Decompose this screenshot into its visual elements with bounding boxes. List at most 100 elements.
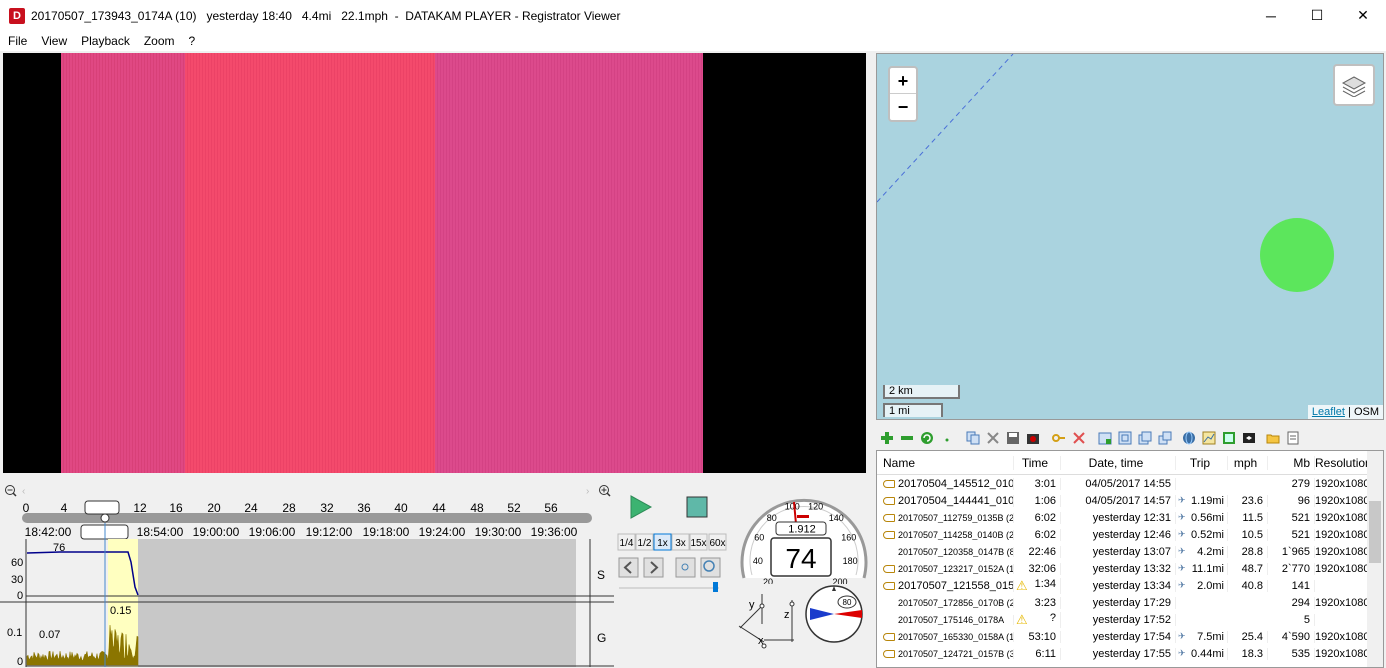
map-view[interactable]: + − 2 km 1 mi Leaflet | OSM [876,53,1384,420]
col-trip[interactable]: Trip [1176,455,1228,470]
menu-playback[interactable]: Playback [74,34,137,48]
leaflet-link[interactable]: Leaflet [1312,406,1345,418]
folder-open-icon[interactable] [1264,430,1282,446]
key-icon [883,581,895,590]
col-resolution[interactable]: Resolution [1315,456,1372,470]
file-date: yesterday 13:07 [1061,545,1176,558]
menu-view[interactable]: View [34,34,74,48]
file-list[interactable]: Name Time Date, time Trip mph Mb Resolut… [876,450,1384,668]
new-window-icon[interactable] [1096,430,1114,446]
zoom-in-icon[interactable] [599,485,611,497]
file-mb: 294 [1268,596,1315,609]
rate-button-4[interactable]: 15x [689,533,708,551]
file-name: 20170507_120358_0147B (8) [898,546,1014,557]
dial-label: 40 [753,556,763,566]
add-icon[interactable] [878,430,896,446]
document-icon[interactable] [1284,430,1302,446]
dial-label: 100 [785,502,800,512]
windows-icon[interactable] [1136,430,1154,446]
file-time-cell: 6:02 [1014,528,1061,541]
file-row[interactable]: 20170507_120358_0147B (8) 22:46 yesterday … [877,543,1383,560]
volume-handle[interactable] [713,582,718,592]
file-row[interactable]: 20170507_172856_0170B (2) 3:23 yesterday 1… [877,594,1383,611]
col-time[interactable]: Time [1014,455,1061,470]
filmstrip-icon[interactable] [1240,430,1258,446]
file-row[interactable]: 20170504_144441_0102B 1:06 04/05/2017 14:5… [877,492,1383,509]
clock-tick-label: 19:06:00 [249,525,296,539]
cascade-icon[interactable] [1156,430,1174,446]
position-marker[interactable] [1260,218,1334,292]
dot-icon[interactable] [938,430,956,446]
satellite-icon: ✈ [1178,494,1186,505]
maximize-button[interactable]: ☐ [1294,0,1340,31]
rate-button-3[interactable]: 3x [671,533,690,551]
file-row[interactable]: 20170507_114258_0140B (2) 6:02 yesterday 1… [877,526,1383,543]
file-name-cell: 20170507_165330_0158A (19) [877,631,1014,642]
rate-button-2[interactable]: 1x [653,533,672,551]
play-button[interactable] [630,495,653,519]
minute-tick-label: 52 [507,501,521,515]
chart-icon[interactable] [1200,430,1218,446]
file-row[interactable]: 20170507_124721_0157B (3) 6:11 yesterday 1… [877,645,1383,662]
image-export-icon[interactable] [1220,430,1238,446]
col-mph[interactable]: mph [1228,455,1268,470]
file-row[interactable]: 20170507_175146_0178A ⚠? yesterday 17:52 5 [877,611,1383,628]
file-mb: 96 [1268,494,1315,507]
stop-button[interactable] [686,496,708,518]
col-name[interactable]: Name [877,455,1014,470]
timeline-panel[interactable]: ‹ › 048:24121620242832364044485256 18:42… [0,475,614,668]
file-name: 20170507_124721_0157B (3) [898,648,1014,659]
file-row[interactable]: 20170507_165330_0158A (19) 53:10 yesterday… [877,628,1383,645]
prev-frame-button[interactable] [618,557,639,578]
remove-icon[interactable] [898,430,916,446]
file-time-cell: 6:11 [1014,647,1061,660]
menu-zoom[interactable]: Zoom [137,34,182,48]
file-row[interactable]: 20170504_145512_0103A 3:01 04/05/2017 14:5… [877,475,1383,492]
map-zoom-in-button[interactable]: + [890,68,916,94]
file-row[interactable]: 20170507_123217_0152A (11) 32:06 yesterday… [877,560,1383,577]
rate-button-0[interactable]: 1/4 [617,533,636,551]
zoom-out-icon[interactable] [5,485,17,497]
minute-tick-label: 16 [169,501,183,515]
dial-label: 140 [829,513,844,523]
scroll-left-arrow[interactable]: ‹ [22,486,25,497]
globe-icon[interactable] [1180,430,1198,446]
menu-help[interactable]: ? [182,34,203,48]
map-zoom-out-button[interactable]: − [890,94,916,120]
scrollbar-thumb[interactable] [1369,501,1381,563]
seek-handle[interactable] [100,513,110,523]
cut-icon[interactable] [984,430,1002,446]
clock-tick-label: 18:54:00 [137,525,184,539]
video-frame[interactable] [3,53,866,473]
file-resolution: 1920x1080 [1315,494,1370,507]
close-button[interactable]: ✕ [1340,0,1386,31]
key-icon[interactable] [1050,430,1068,446]
unlock-icon[interactable] [1070,430,1088,446]
file-time-cell: 3:23 [1014,596,1061,609]
rate-button-5[interactable]: 60x [708,533,727,551]
refresh-icon[interactable] [918,430,936,446]
clock-tick-label: 19:30:00 [475,525,522,539]
col-mb[interactable]: Mb [1268,455,1315,470]
file-time-cell: 32:06 [1014,562,1061,575]
copy-icon[interactable] [964,430,982,446]
menu-bar: File View Playback Zoom ? [0,31,1386,51]
layers-button[interactable] [1333,64,1375,106]
fit-window-icon[interactable] [1116,430,1134,446]
warning-icon: ⚠ [1016,611,1028,627]
rate-button-1[interactable]: 1/2 [635,533,654,551]
file-time-cell: 3:01 [1014,477,1061,490]
file-row[interactable]: 20170507_121558_0151B⚠ 1:34 yesterday 13:3… [877,577,1383,594]
file-row[interactable]: 20170507_112759_0135B (2) 6:02 yesterday 1… [877,509,1383,526]
next-frame-button[interactable] [643,557,664,578]
zoom-small-button[interactable] [675,557,696,578]
col-date[interactable]: Date, time [1061,455,1176,470]
save-icon[interactable] [1004,430,1022,446]
menu-file[interactable]: File [1,34,34,48]
scroll-right-arrow[interactable]: › [586,486,589,497]
minimize-button[interactable]: ─ [1248,0,1294,31]
camera-icon[interactable] [1024,430,1042,446]
g-axis-label: 0 [17,656,23,668]
file-list-scrollbar[interactable] [1367,451,1383,667]
file-name-cell: 20170504_145512_0103A [877,477,1014,490]
